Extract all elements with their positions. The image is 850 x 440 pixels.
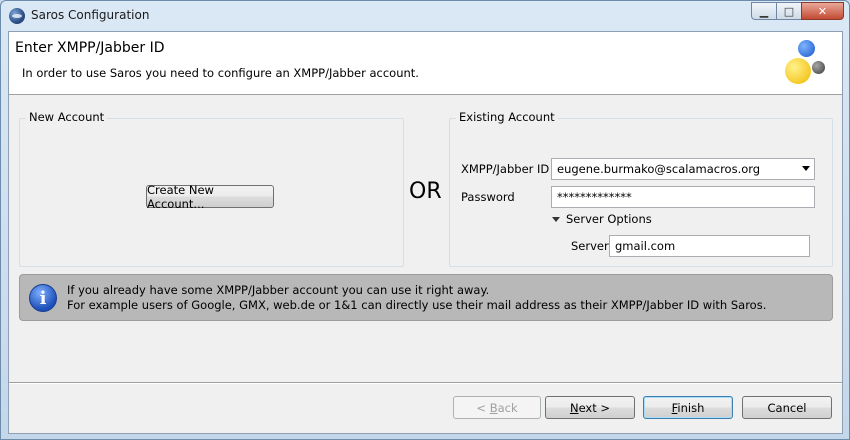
next-label: Next > bbox=[569, 400, 611, 415]
dialog-client-area: Enter XMPP/Jabber ID In order to use Sar… bbox=[8, 31, 843, 434]
eclipse-app-icon bbox=[9, 8, 25, 24]
close-icon: ✕ bbox=[817, 4, 828, 18]
maximize-button[interactable]: □ bbox=[776, 2, 802, 20]
existing-account-group-label: Existing Account bbox=[456, 110, 558, 124]
saros-configuration-window: Saros Configuration ▁ □ ✕ Enter XMPP/Jab… bbox=[0, 0, 850, 440]
window-title: Saros Configuration bbox=[31, 8, 150, 22]
page-title: Enter XMPP/Jabber ID bbox=[15, 40, 165, 56]
server-value: gmail.com bbox=[615, 239, 676, 253]
info-text: If you already have some XMPP/Jabber acc… bbox=[67, 283, 766, 313]
saros-logo-icon bbox=[785, 39, 829, 89]
finish-button[interactable]: Finish bbox=[643, 396, 733, 419]
info-message-box: i If you already have some XMPP/Jabber a… bbox=[19, 274, 833, 321]
password-label: Password bbox=[461, 190, 515, 204]
finish-label: Finish bbox=[671, 400, 705, 415]
password-value: ************* bbox=[557, 190, 632, 204]
back-button[interactable]: < Back bbox=[453, 396, 541, 419]
page-description: In order to use Saros you need to config… bbox=[22, 66, 419, 80]
window-controls: ▁ □ ✕ bbox=[751, 2, 844, 22]
server-field[interactable]: gmail.com bbox=[609, 235, 810, 257]
jid-label: XMPP/Jabber ID bbox=[461, 162, 550, 176]
cancel-label: Cancel bbox=[767, 400, 807, 415]
back-label: < Back bbox=[476, 400, 518, 415]
create-new-account-label: Create New Account... bbox=[147, 182, 214, 211]
jid-value: eugene.burmako@scalamacros.org bbox=[557, 162, 761, 176]
cancel-button[interactable]: Cancel bbox=[742, 396, 832, 419]
info-line-1: If you already have some XMPP/Jabber acc… bbox=[67, 283, 490, 297]
chevron-down-icon[interactable] bbox=[802, 166, 810, 171]
logo-yellow-dot bbox=[785, 58, 811, 84]
server-options-label: Server Options bbox=[566, 212, 652, 226]
minimize-button[interactable]: ▁ bbox=[751, 2, 777, 20]
jid-combobox[interactable]: eugene.burmako@scalamacros.org bbox=[551, 158, 815, 180]
info-icon: i bbox=[29, 284, 57, 312]
expand-triangle-icon bbox=[552, 216, 560, 222]
next-button[interactable]: Next > bbox=[545, 396, 635, 419]
maximize-icon: □ bbox=[783, 4, 795, 18]
server-label: Server bbox=[571, 239, 609, 253]
create-new-account-button[interactable]: Create New Account... bbox=[146, 182, 274, 211]
or-separator-label: OR bbox=[409, 179, 442, 204]
logo-blue-dot bbox=[798, 40, 815, 57]
password-field[interactable]: ************* bbox=[551, 186, 815, 208]
info-line-2: For example users of Google, GMX, web.de… bbox=[67, 298, 767, 312]
server-options-toggle[interactable]: Server Options bbox=[552, 212, 652, 226]
button-bar-separator bbox=[9, 382, 842, 384]
minimize-icon: ▁ bbox=[759, 4, 769, 18]
logo-gray-dot bbox=[812, 61, 825, 74]
new-account-group-label: New Account bbox=[26, 110, 108, 124]
title-bar[interactable]: Saros Configuration ▁ □ ✕ bbox=[1, 1, 849, 31]
new-account-group: New Account Create New Account... bbox=[19, 110, 404, 267]
close-button[interactable]: ✕ bbox=[801, 2, 844, 20]
wizard-header: Enter XMPP/Jabber ID In order to use Sar… bbox=[9, 32, 842, 95]
